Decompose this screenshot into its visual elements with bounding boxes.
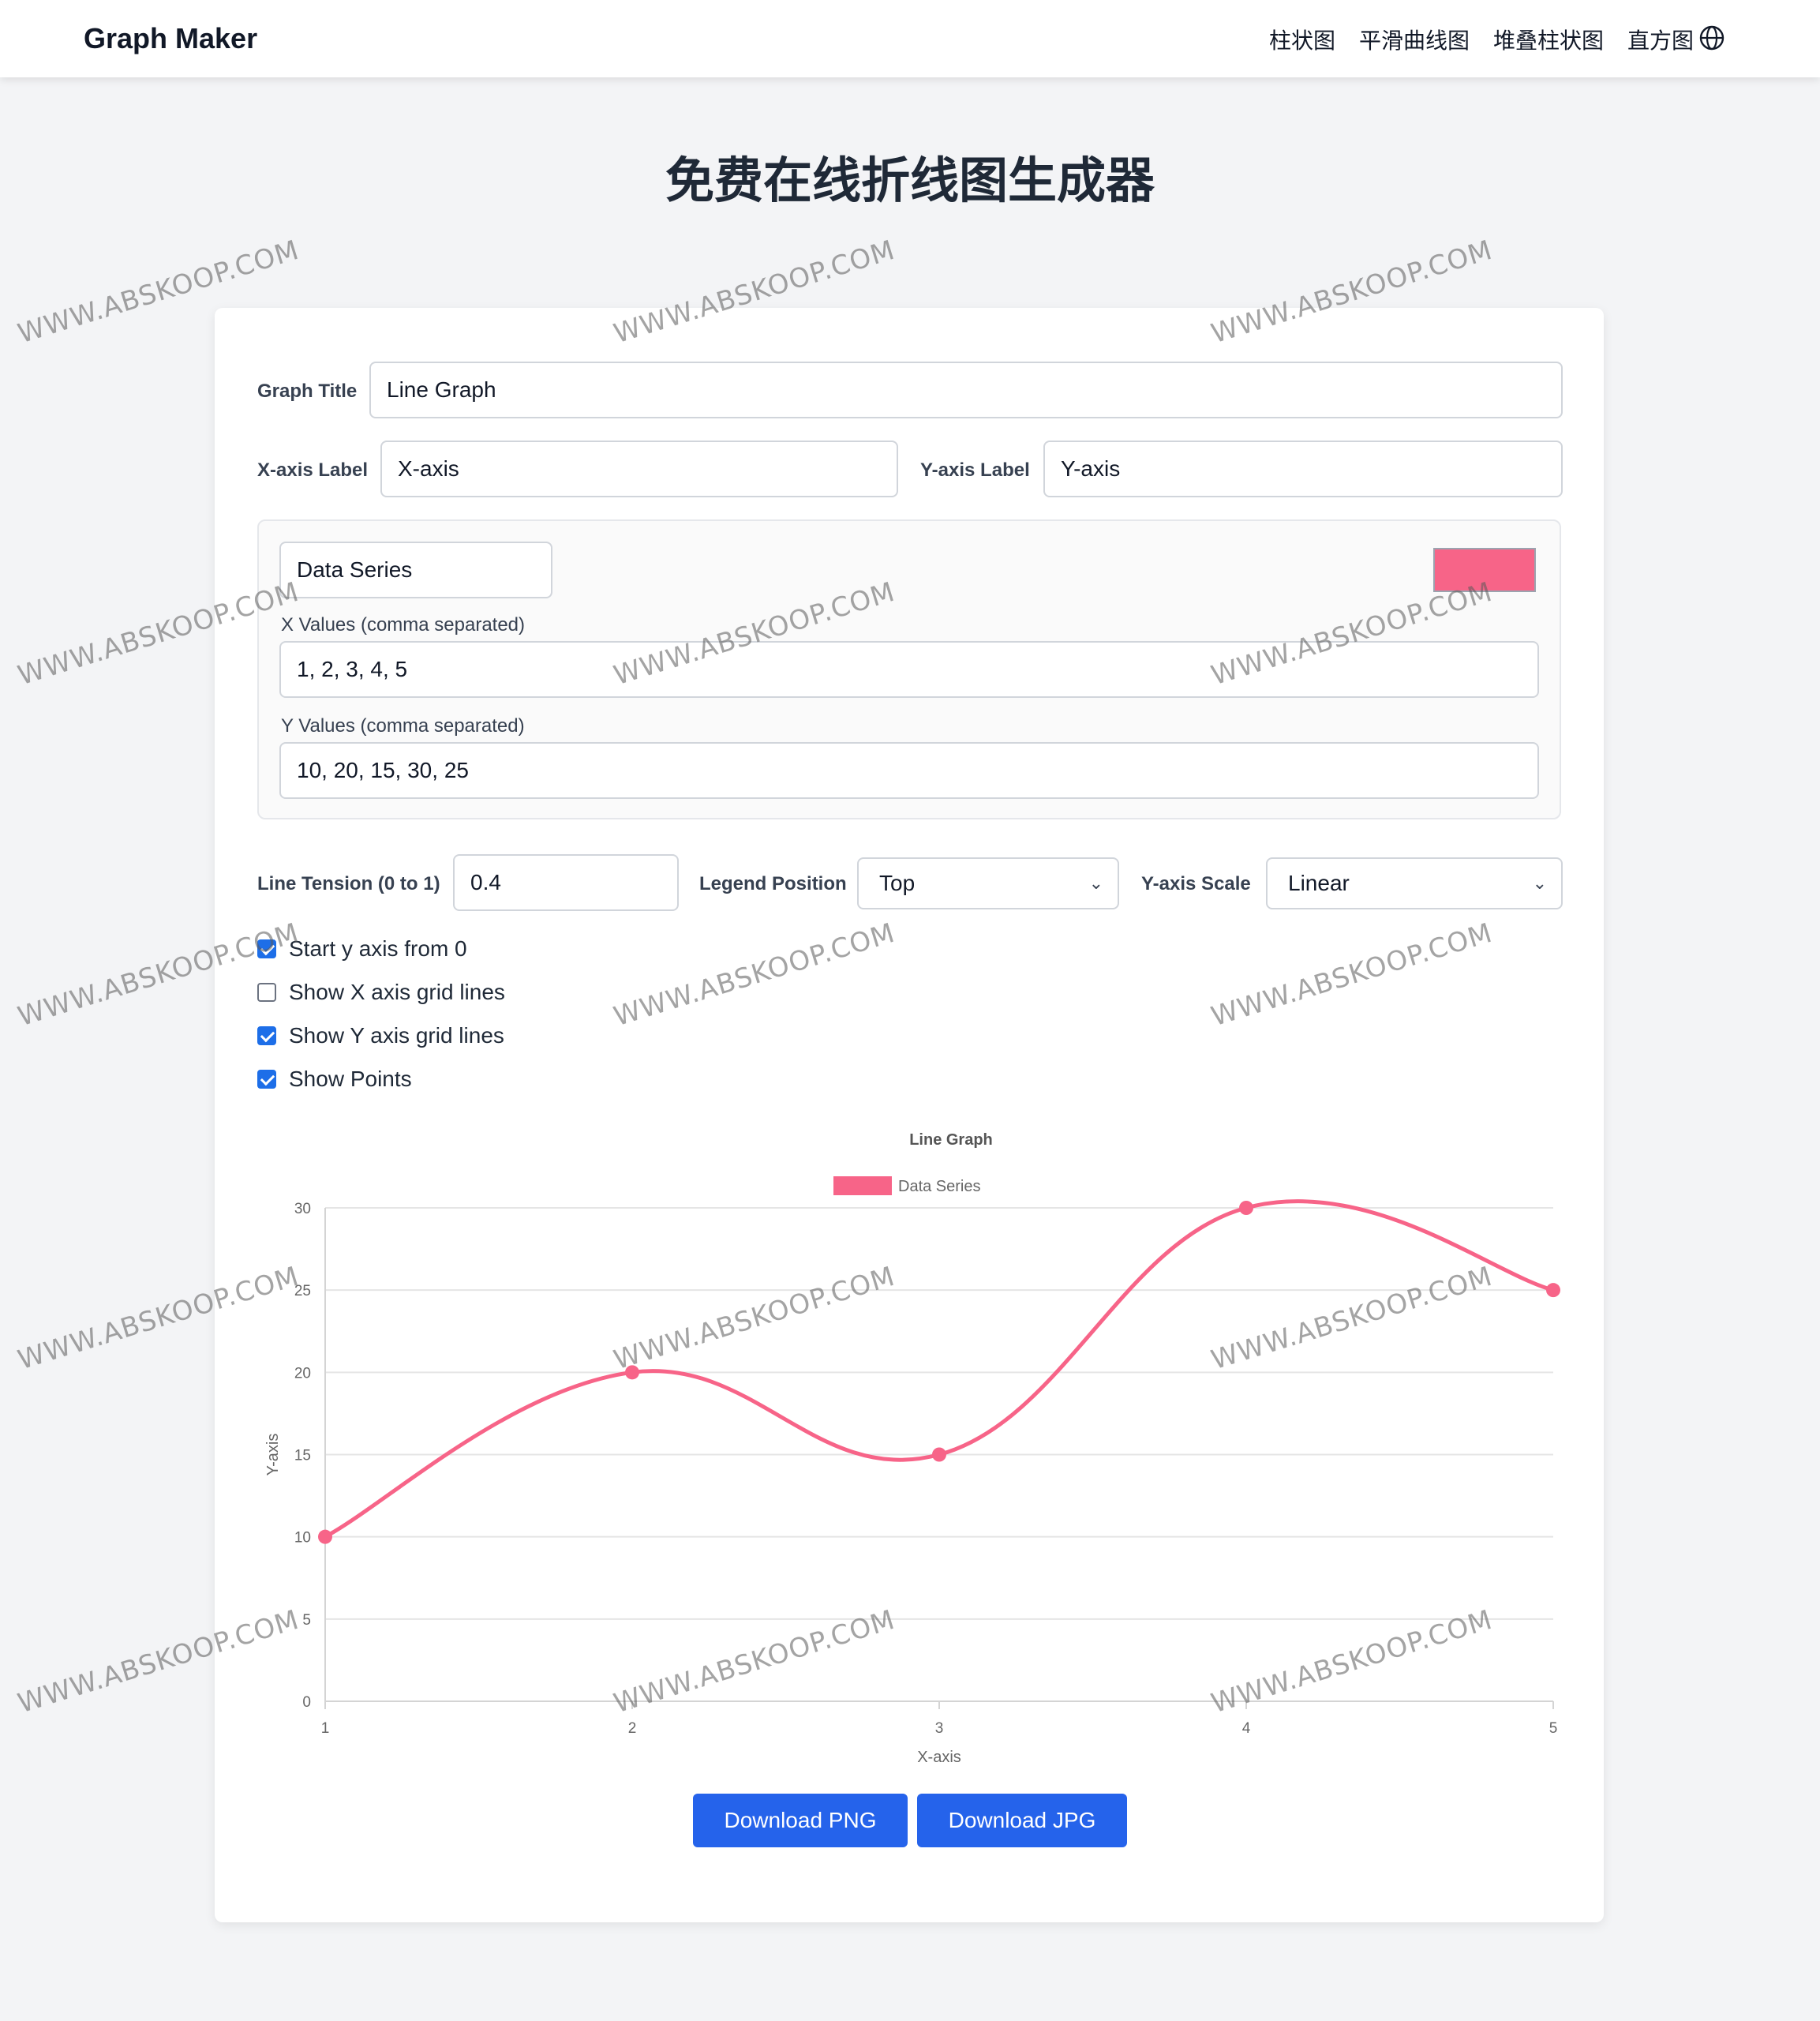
globe-icon[interactable] [1698,24,1725,51]
y-tick-label: 0 [302,1694,311,1711]
x-tick-label: 2 [628,1720,637,1737]
data-point [932,1447,946,1462]
download-png-button[interactable]: Download PNG [693,1794,908,1847]
x-tick-label: 4 [1242,1720,1251,1737]
y-axis-title: Y-axis [264,1434,282,1476]
legend-label: Data Series [898,1178,981,1195]
chart-title: Line Graph [909,1131,993,1149]
y-tick-label: 30 [294,1201,311,1217]
graph-editor-card: Graph Title Line Graph X-axis Label X-ax… [215,308,1604,1922]
data-point [1546,1283,1560,1298]
y-tick-label: 15 [294,1448,311,1464]
line-chart: Line Graph Data Series 0 5 10 15 20 25 30 1 2 3 4 5 X-… [264,1131,1560,1766]
brand-logo[interactable]: Graph Maker [84,22,257,55]
download-jpg-button[interactable]: Download JPG [917,1794,1127,1847]
nav-link-smooth-line[interactable]: 平滑曲线图 [1359,24,1470,55]
top-navbar: Graph Maker 柱状图 平滑曲线图 堆叠柱状图 直方图 [0,0,1820,77]
series-line [324,1199,1554,1539]
nav-link-histogram[interactable]: 直方图 [1627,24,1694,55]
page-title: 免费在线折线图生成器 [665,152,1155,209]
y-tick-label: 10 [294,1530,311,1547]
x-tick-label: 3 [935,1720,944,1737]
data-point [625,1365,639,1380]
nav-link-stacked-bar[interactable]: 堆叠柱状图 [1493,24,1604,55]
legend-swatch [833,1176,892,1195]
data-point [318,1529,332,1544]
y-tick-label: 25 [294,1283,311,1299]
x-tick-label: 5 [1549,1720,1558,1737]
y-tick-label: 20 [294,1365,311,1382]
y-tick-label: 5 [302,1612,311,1629]
x-axis-title: X-axis [917,1749,961,1766]
x-tick-label: 1 [321,1720,330,1737]
nav-link-bar-chart[interactable]: 柱状图 [1269,24,1335,55]
data-point [1239,1201,1253,1215]
nav-links: 柱状图 平滑曲线图 堆叠柱状图 直方图 [1269,24,1694,55]
